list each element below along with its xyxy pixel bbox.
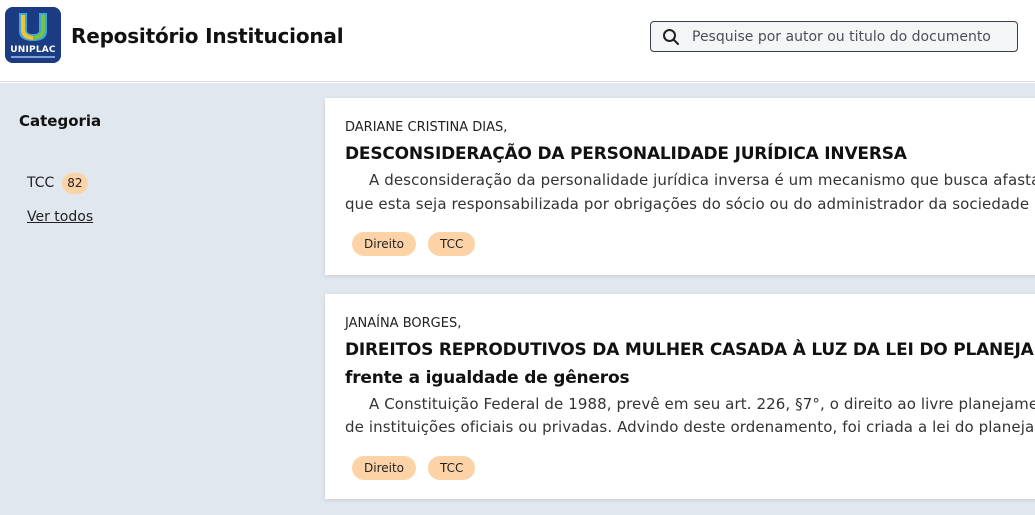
see-all-link[interactable]: Ver todos — [27, 209, 93, 225]
logo-underline — [11, 56, 55, 58]
tag-tcc[interactable]: TCC — [428, 232, 476, 256]
search-icon — [663, 29, 679, 45]
result-card[interactable]: JANAÍNA BORGES, DIREITOS REPRODUTIVOS DA… — [325, 294, 1035, 499]
uniplac-logo[interactable]: UNIPLAC — [5, 7, 61, 63]
category-heading: Categoria — [19, 112, 102, 130]
sidebar-item-tcc[interactable]: TCC 82 — [27, 171, 88, 195]
tag-tcc[interactable]: TCC — [428, 456, 476, 480]
search-input[interactable]: Pesquise por autor ou titulo do document… — [650, 21, 1018, 52]
result-author[interactable]: JANAÍNA BORGES, — [345, 316, 461, 331]
app-title[interactable]: Repositório Institucional — [71, 24, 344, 48]
tag-direito[interactable]: Direito — [352, 232, 417, 256]
result-title[interactable]: DIREITOS REPRODUTIVOS DA MULHER CASADA À… — [345, 340, 1035, 360]
result-abstract-line: de instituições oficiais ou privadas. Ad… — [345, 418, 1035, 436]
results-list: DARIANE CRISTINA DIAS, DESCONSIDERAÇÃO D… — [300, 83, 1035, 515]
tag-list: Direito TCC — [352, 456, 476, 480]
tag-list: Direito TCC — [352, 232, 476, 256]
search-placeholder: Pesquise por autor ou titulo do document… — [692, 29, 991, 45]
tag-direito[interactable]: Direito — [352, 456, 417, 480]
result-title-line-2[interactable]: frente a igualdade de gêneros — [345, 368, 630, 388]
count-badge: 82 — [62, 172, 88, 194]
sidebar: Categoria TCC 82 Ver todos — [0, 83, 300, 515]
header: UNIPLAC Repositório Institucional Pesqui… — [0, 0, 1035, 82]
result-card[interactable]: DARIANE CRISTINA DIAS, DESCONSIDERAÇÃO D… — [325, 98, 1035, 275]
logo-text: UNIPLAC — [10, 45, 56, 55]
result-abstract-line: A Constituição Federal de 1988, prevê em… — [369, 395, 1035, 413]
sidebar-item-label: TCC — [27, 175, 55, 191]
result-title[interactable]: DESCONSIDERAÇÃO DA PERSONALIDADE JURÍDIC… — [345, 144, 907, 164]
result-author[interactable]: DARIANE CRISTINA DIAS, — [345, 120, 507, 135]
result-abstract-line: A desconsideração da personalidade juríd… — [369, 171, 1035, 189]
result-abstract-line: que esta seja responsabilizada por obrig… — [345, 195, 1035, 213]
